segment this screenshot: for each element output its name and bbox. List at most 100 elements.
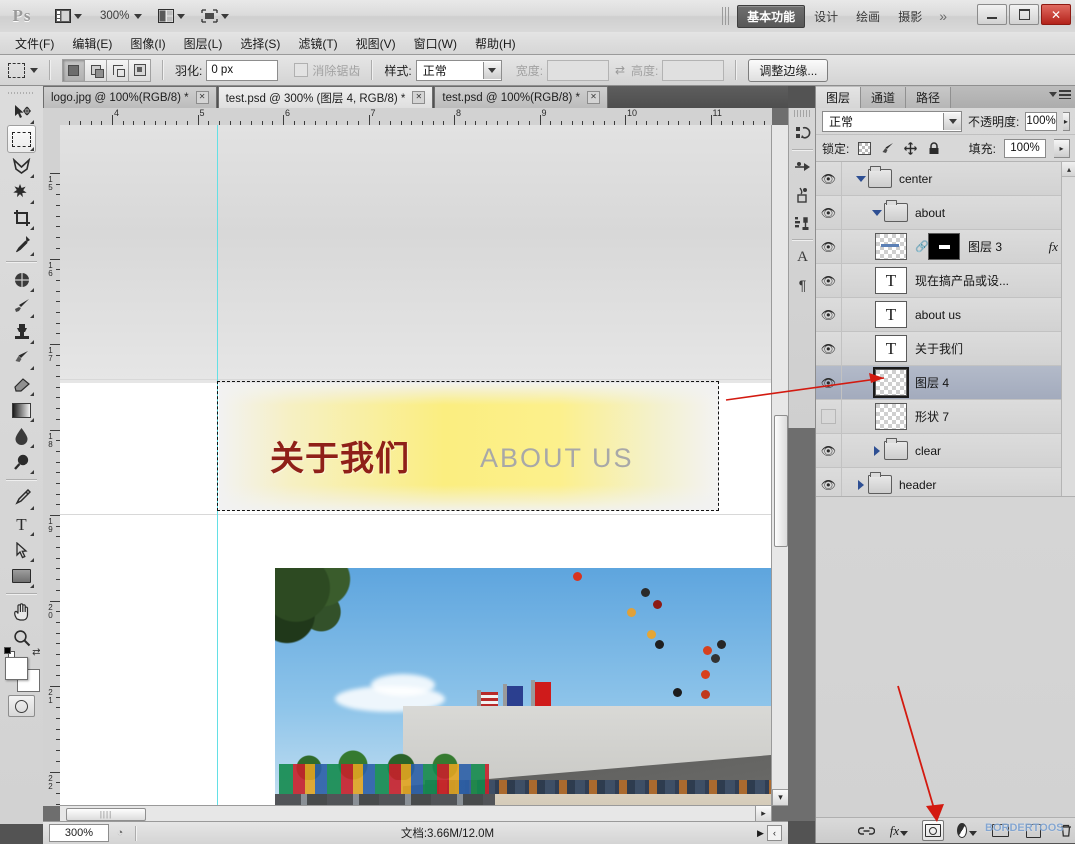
layer-row-tuceng4[interactable]: 👁 图层 4 xyxy=(816,366,1075,400)
layer-name[interactable]: 图层 4 xyxy=(915,374,1075,391)
layer-row-about-us[interactable]: 👁 T about us xyxy=(816,298,1075,332)
workspace-gripper[interactable] xyxy=(722,7,732,25)
layer-list-scrollbar[interactable]: ▴ xyxy=(1061,162,1075,496)
layer-name[interactable]: clear xyxy=(915,444,1075,458)
document-tab-logo[interactable]: logo.jpg @ 100%(RGB/8) * ✕ xyxy=(43,86,217,108)
visibility-toggle[interactable]: 👁 xyxy=(816,366,842,399)
opacity-value[interactable]: 100% xyxy=(1025,111,1057,131)
canvas-viewport[interactable]: 关于我们 ABOUT US xyxy=(60,125,772,806)
horizontal-type-tool[interactable]: T xyxy=(8,511,35,537)
workspace-essentials[interactable]: 基本功能 xyxy=(737,4,806,28)
menu-image[interactable]: 图像(I) xyxy=(121,33,174,54)
maximize-button[interactable] xyxy=(1009,4,1039,25)
horizontal-ruler[interactable]: 4 5 6 7 8 9 10 11 xyxy=(60,108,772,126)
layer-effects-icon[interactable]: fx xyxy=(1049,239,1058,255)
eraser-tool[interactable] xyxy=(8,371,35,397)
horizontal-scroll-thumb[interactable]: |||| xyxy=(66,808,146,821)
text-layer-thumbnail[interactable]: T xyxy=(875,267,907,294)
document-tab-test-100[interactable]: test.psd @ 100%(RGB/8) * ✕ xyxy=(434,86,608,108)
layer-name[interactable]: 现在搞产品或设... xyxy=(915,272,1075,289)
styles-panel-icon[interactable] xyxy=(791,210,814,236)
add-to-selection-button[interactable] xyxy=(85,58,107,82)
lock-all-button[interactable] xyxy=(926,141,941,156)
height-input[interactable] xyxy=(662,59,725,81)
layer-thumbnail[interactable] xyxy=(875,233,907,260)
layer-name[interactable]: center xyxy=(899,172,1075,186)
zoom-percentage-input[interactable]: 300% xyxy=(49,824,109,842)
close-icon[interactable]: ✕ xyxy=(195,91,209,104)
add-layer-style-button[interactable]: fx xyxy=(889,821,909,840)
layer-row-guanyuwomen[interactable]: 👁 T 关于我们 xyxy=(816,332,1075,366)
link-layers-button[interactable] xyxy=(856,821,876,840)
crop-tool[interactable] xyxy=(8,205,35,231)
adjustments-panel-icon[interactable] xyxy=(791,154,814,180)
layer-name[interactable]: 形状 7 xyxy=(915,408,1075,425)
spot-healing-brush-tool[interactable] xyxy=(8,267,35,293)
vertical-scroll-thumb[interactable] xyxy=(774,415,788,547)
dock-gripper[interactable] xyxy=(794,110,811,117)
menu-edit[interactable]: 编辑(E) xyxy=(63,33,121,54)
bridge-launch-button[interactable] xyxy=(50,4,87,28)
text-layer-thumbnail[interactable]: T xyxy=(875,301,907,328)
vertical-ruler[interactable]: 15 16 17 18 19 20 21 22 xyxy=(43,125,61,806)
tab-paths[interactable]: 路径 xyxy=(906,87,952,108)
close-button[interactable]: ✕ xyxy=(1041,4,1071,25)
visibility-toggle[interactable]: 👁 xyxy=(816,332,842,365)
document-page[interactable]: 关于我们 ABOUT US xyxy=(60,125,772,806)
refine-edge-button[interactable]: 调整边缘... xyxy=(748,58,829,82)
visibility-toggle[interactable]: 👁 xyxy=(816,298,842,331)
quick-mask-button[interactable] xyxy=(8,695,35,717)
lasso-tool[interactable] xyxy=(8,153,35,179)
tab-layers[interactable]: 图层 xyxy=(816,87,862,108)
hand-tool[interactable] xyxy=(8,599,35,625)
new-adjustment-layer-button[interactable] xyxy=(957,821,977,840)
brush-tool[interactable] xyxy=(8,293,35,319)
color-swatches[interactable]: ⇄ xyxy=(3,647,41,692)
visibility-toggle[interactable]: 👁 xyxy=(816,162,842,195)
fill-stepper[interactable]: ▸ xyxy=(1054,138,1070,158)
style-select[interactable]: 正常 xyxy=(415,59,502,81)
layer-thumbnail[interactable] xyxy=(873,367,909,398)
canvas-vertical-scrollbar[interactable]: ▾ xyxy=(771,125,789,806)
layer-row-header[interactable]: 👁 header xyxy=(816,468,1075,496)
character-panel-icon[interactable]: A xyxy=(791,244,814,270)
move-tool[interactable] xyxy=(8,99,35,125)
hero-photo[interactable] xyxy=(275,568,772,806)
layer-thumbnail[interactable] xyxy=(875,403,907,430)
new-selection-button[interactable] xyxy=(62,58,85,82)
opacity-stepper[interactable]: ▸ xyxy=(1062,111,1070,131)
layer-name[interactable]: 关于我们 xyxy=(915,340,1075,357)
status-options-button[interactable]: ‹ xyxy=(767,825,782,841)
visibility-toggle[interactable]: 👁 xyxy=(816,434,842,467)
path-selection-tool[interactable] xyxy=(8,537,35,563)
workspace-photography[interactable]: 摄影 xyxy=(889,6,931,27)
zoom-level-dropdown[interactable]: 300% xyxy=(93,4,147,28)
visibility-toggle[interactable]: 👁 xyxy=(816,230,842,263)
default-colors-icon[interactable] xyxy=(3,647,15,658)
masks-panel-icon[interactable] xyxy=(791,182,814,208)
layer-row-clear[interactable]: 👁 clear xyxy=(816,434,1075,468)
subtract-from-selection-button[interactable] xyxy=(107,58,129,82)
visibility-toggle[interactable]: 👁 xyxy=(816,468,842,496)
layer-row-xingzhuang7[interactable]: 形状 7 xyxy=(816,400,1075,434)
menu-filter[interactable]: 滤镜(T) xyxy=(289,33,346,54)
menu-file[interactable]: 文件(F) xyxy=(6,33,63,54)
tool-preset-picker[interactable] xyxy=(8,62,38,78)
menu-layer[interactable]: 图层(L) xyxy=(175,33,232,54)
workspace-painting[interactable]: 绘画 xyxy=(847,6,889,27)
scroll-right-button[interactable]: ▸ xyxy=(755,805,772,822)
close-icon[interactable]: ✕ xyxy=(412,91,426,104)
foreground-color-swatch[interactable] xyxy=(4,657,28,680)
layer-name[interactable]: about us xyxy=(915,308,1075,322)
layer-list[interactable]: 👁 center 👁 about 👁 🔗 图层 3 fx 👁 T 现在搞产品或设… xyxy=(816,162,1075,497)
menu-window[interactable]: 窗口(W) xyxy=(405,33,466,54)
group-disclosure-triangle[interactable] xyxy=(854,172,867,185)
tab-channels[interactable]: 通道 xyxy=(861,87,907,108)
arrange-documents-button[interactable] xyxy=(153,4,190,28)
mask-link-icon[interactable]: 🔗 xyxy=(915,240,929,253)
add-layer-mask-button[interactable] xyxy=(922,820,944,841)
group-disclosure-triangle[interactable] xyxy=(854,478,867,491)
magic-wand-tool[interactable] xyxy=(8,179,35,205)
layer-mask-thumbnail[interactable] xyxy=(928,233,960,260)
close-icon[interactable]: ✕ xyxy=(586,91,600,104)
